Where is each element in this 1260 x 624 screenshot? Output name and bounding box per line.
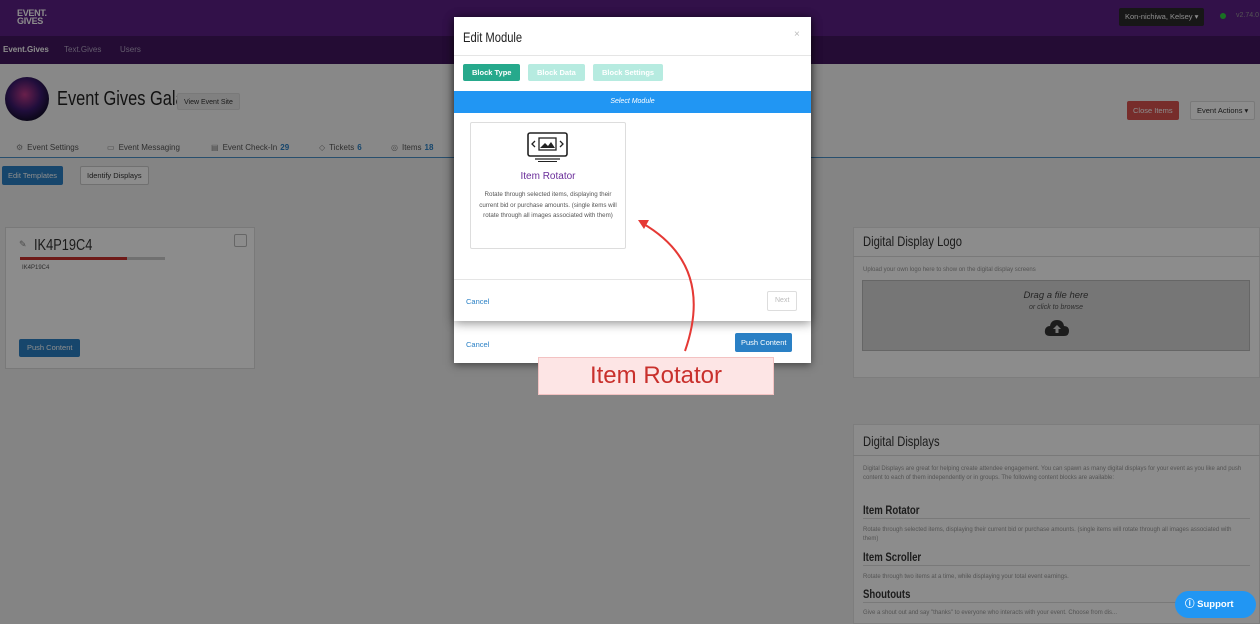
push-modal-push-button[interactable]: Push Content	[735, 333, 793, 352]
annotation-arrow	[638, 220, 695, 352]
support-button[interactable]: ⓘ Support	[1175, 591, 1256, 618]
step-block-type[interactable]: Block Type	[463, 64, 521, 81]
modal-title: Edit Module	[463, 29, 523, 45]
modal-cancel-link[interactable]: Cancel	[466, 297, 489, 306]
select-module-bar: Select Module	[454, 91, 811, 113]
support-label: Support	[1197, 599, 1234, 610]
push-modal-cancel-link[interactable]: Cancel	[466, 340, 489, 349]
modal-next-button[interactable]: Next	[767, 291, 798, 311]
step-block-data[interactable]: Block Data	[528, 64, 585, 81]
close-icon[interactable]: ×	[794, 29, 800, 40]
modal-divider	[454, 55, 811, 56]
module-name: Item Rotator	[520, 171, 576, 182]
step-block-settings[interactable]: Block Settings	[593, 64, 664, 81]
help-icon: ⓘ	[1185, 599, 1195, 610]
annotation-callout: Item Rotator	[538, 357, 774, 395]
image-carousel-icon	[527, 132, 568, 162]
module-description: Rotate through selected items, displayin…	[479, 191, 617, 219]
